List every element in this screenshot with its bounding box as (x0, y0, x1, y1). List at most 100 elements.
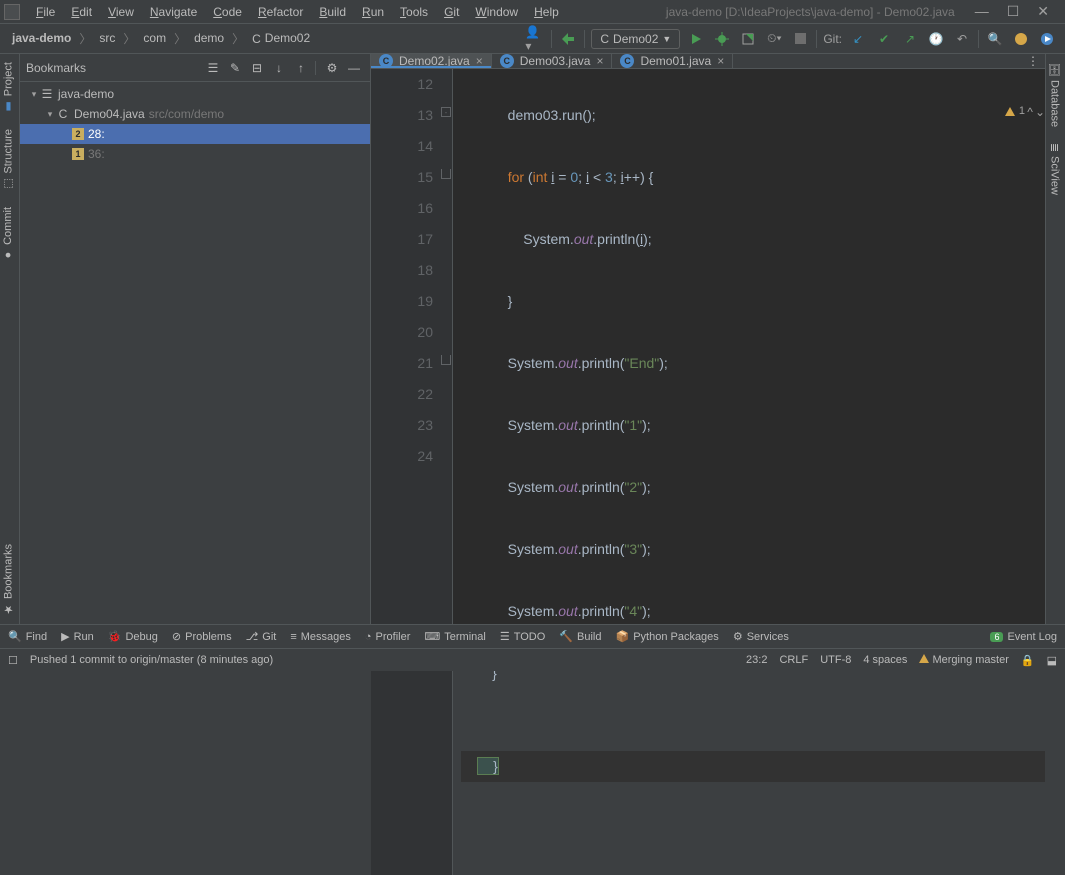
line-number[interactable]: 18 (371, 255, 433, 286)
close-tab-icon[interactable]: × (596, 54, 603, 68)
code-line[interactable]: System.out.println("1"); (461, 410, 1045, 441)
ide-updates-icon[interactable] (1037, 29, 1057, 49)
menu-window[interactable]: Window (467, 3, 526, 21)
fold-end-icon[interactable] (441, 169, 451, 179)
editor-tab-demo02[interactable]: C Demo02.java × (371, 54, 492, 68)
inspection-nav[interactable]: ^⌄ (1027, 105, 1045, 119)
line-number-gutter[interactable]: 12 13 14 15 16 17 18 19 20 21 22 23 24 (371, 69, 441, 875)
new-list-icon[interactable]: ☰ (203, 58, 223, 78)
tool-tab-run[interactable]: ▶ Run (61, 630, 94, 643)
breadcrumb-demo[interactable]: demo (190, 29, 228, 47)
git-update-icon[interactable]: ↙ (848, 29, 868, 49)
code-line[interactable]: System.out.println("End"); (461, 348, 1045, 379)
caret-position[interactable]: 23:2 (746, 654, 767, 666)
tool-tab-profiler[interactable]: ◔ Profiler (365, 631, 411, 643)
line-number[interactable]: 12 (371, 69, 433, 100)
maximize-button[interactable]: ☐ (1007, 3, 1020, 20)
menu-navigate[interactable]: Navigate (142, 3, 205, 21)
code-line[interactable]: System.out.println("2"); (461, 472, 1045, 503)
line-number[interactable]: 19 (371, 286, 433, 317)
code-line[interactable]: System.out.println("4"); (461, 596, 1045, 627)
move-up-icon[interactable]: ↑ (291, 58, 311, 78)
editor-body[interactable]: 12 13 14 15 16 17 18 19 20 21 22 23 24 - (371, 69, 1045, 875)
line-number[interactable]: 22 (371, 379, 433, 410)
edit-icon[interactable]: ✎ (225, 58, 245, 78)
build-icon[interactable] (558, 29, 578, 49)
menu-edit[interactable]: Edit (63, 3, 100, 21)
code-line[interactable]: } (461, 286, 1045, 317)
inspection-summary[interactable]: 1 (1005, 105, 1025, 117)
tool-tab-structure[interactable]: ⬚ Structure (0, 121, 17, 199)
user-icon[interactable]: 👤▾ (525, 29, 545, 49)
expander-icon[interactable]: ▾ (44, 109, 56, 120)
fold-end-icon[interactable] (441, 355, 451, 365)
menu-refactor[interactable]: Refactor (250, 3, 311, 21)
code-line[interactable]: for (int i = 0; i < 3; i++) { (461, 162, 1045, 193)
git-revert-icon[interactable]: ↶ (952, 29, 972, 49)
bookmark-row-1[interactable]: 2 28: (20, 124, 370, 144)
menu-code[interactable]: Code (205, 3, 250, 21)
line-number[interactable]: 24 (371, 441, 433, 472)
debug-button[interactable] (712, 29, 732, 49)
line-number[interactable]: 14 (371, 131, 433, 162)
menu-build[interactable]: Build (311, 3, 354, 21)
code-area[interactable]: demo03.run(); for (int i = 0; i < 3; i++… (453, 69, 1045, 875)
menu-run[interactable]: Run (354, 3, 392, 21)
tool-tab-commit[interactable]: ● Commit (0, 199, 16, 269)
delete-icon[interactable]: ⊟ (247, 58, 267, 78)
git-history-icon[interactable]: 🕐 (926, 29, 946, 49)
profile-button[interactable]: ⏲▾ (764, 29, 784, 49)
coverage-button[interactable] (738, 29, 758, 49)
tool-tab-services[interactable]: ⚙ Services (733, 630, 789, 643)
line-number[interactable]: 17 (371, 224, 433, 255)
close-tab-icon[interactable]: × (476, 54, 483, 68)
search-icon[interactable]: 🔍 (985, 29, 1005, 49)
line-number[interactable]: 16 (371, 193, 433, 224)
git-commit-icon[interactable]: ✔ (874, 29, 894, 49)
code-line[interactable]: System.out.println("3"); (461, 534, 1045, 565)
menu-help[interactable]: Help (526, 3, 567, 21)
line-number[interactable]: 13 (371, 100, 433, 131)
editor-tab-demo01[interactable]: C Demo01.java × (612, 54, 733, 68)
close-tab-icon[interactable]: × (717, 54, 724, 68)
menu-tools[interactable]: Tools (392, 3, 436, 21)
tool-tab-project[interactable]: ▮Project (0, 54, 17, 121)
file-encoding[interactable]: UTF-8 (820, 654, 851, 666)
breadcrumb-src[interactable]: src (95, 29, 119, 47)
tool-tab-python-packages[interactable]: 📦 Python Packages (615, 630, 718, 643)
fold-gutter[interactable]: - (441, 69, 453, 875)
memory-indicator[interactable]: ⬓ (1047, 654, 1057, 667)
editor-tab-demo03[interactable]: C Demo03.java × (492, 54, 613, 68)
close-button[interactable]: ✕ (1037, 3, 1049, 20)
gear-icon[interactable]: ⚙ (322, 58, 342, 78)
bookmarks-tree[interactable]: ▾ ☰ java-demo ▾ C Demo04.java src/com/de… (20, 82, 370, 624)
line-number[interactable]: 21 (371, 348, 433, 379)
breadcrumb-project[interactable]: java-demo (8, 29, 75, 47)
tool-tab-debug[interactable]: 🐞 Debug (108, 630, 158, 643)
bookmark-row-2[interactable]: 1 36: (20, 144, 370, 164)
menu-file[interactable]: File (28, 3, 63, 21)
menu-view[interactable]: View (100, 3, 142, 21)
tool-tab-find[interactable]: 🔍 Find (8, 630, 47, 643)
tree-file[interactable]: ▾ C Demo04.java src/com/demo (20, 104, 370, 124)
tool-tab-git[interactable]: ⎇ Git (246, 630, 277, 643)
line-number[interactable]: 20 (371, 317, 433, 348)
git-push-icon[interactable]: ↗ (900, 29, 920, 49)
ide-settings-icon[interactable] (1011, 29, 1031, 49)
minimize-button[interactable]: — (975, 3, 989, 20)
git-branch[interactable]: Merging master (919, 654, 1008, 666)
indent-info[interactable]: 4 spaces (863, 654, 907, 666)
move-down-icon[interactable]: ↓ (269, 58, 289, 78)
breadcrumb-class[interactable]: CDemo02 (248, 29, 314, 48)
line-number[interactable]: 23 (371, 410, 433, 441)
run-button[interactable] (686, 29, 706, 49)
breadcrumb-com[interactable]: com (139, 29, 170, 47)
expander-icon[interactable]: ▾ (28, 89, 40, 100)
tool-tab-problems[interactable]: ⊘ Problems (172, 630, 232, 643)
stop-button[interactable] (790, 29, 810, 49)
tool-tab-sciview[interactable]: ≣ SciView (1046, 135, 1063, 203)
line-separator[interactable]: CRLF (779, 654, 808, 666)
tool-tab-messages[interactable]: ≡ Messages (290, 631, 351, 643)
tool-tab-build[interactable]: 🔨 Build (559, 630, 601, 643)
line-number[interactable]: 15 (371, 162, 433, 193)
